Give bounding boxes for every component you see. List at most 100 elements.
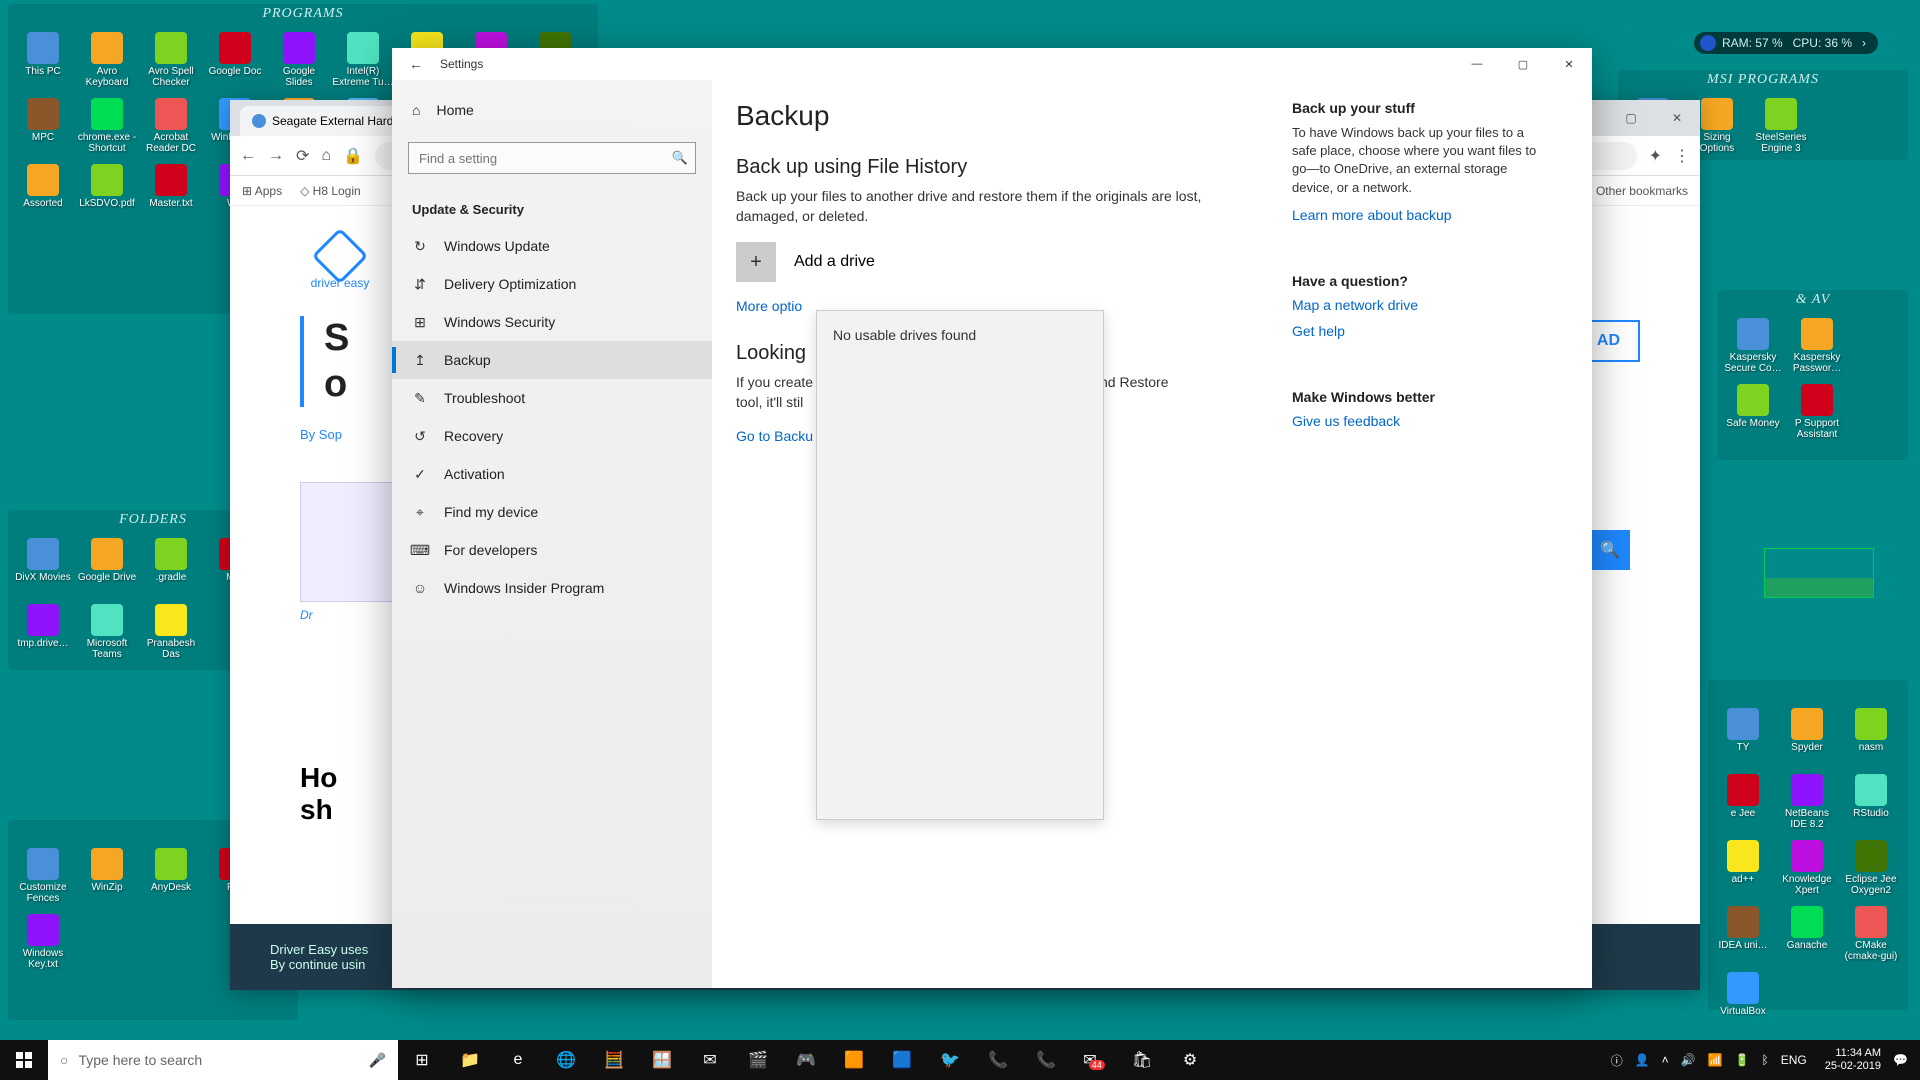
search-button[interactable]: 🔍 — [1590, 530, 1630, 570]
sidebar-item-windows-security[interactable]: ⊞Windows Security — [392, 303, 712, 341]
taskbar-media-icon[interactable]: 🎬 — [734, 1040, 782, 1080]
sidebar-item-activation[interactable]: ✓Activation — [392, 455, 712, 493]
chrome-tab[interactable]: Seagate External Hard — [240, 106, 405, 136]
back-icon[interactable]: ← — [240, 147, 256, 165]
bluetooth-tray-icon[interactable]: ᛒ — [1762, 1053, 1769, 1067]
taskbar-store-icon[interactable]: 🪟 — [638, 1040, 686, 1080]
desktop-icon[interactable]: Google Drive — [76, 538, 138, 602]
taskbar-ms-store-icon[interactable]: 🛍 — [1118, 1040, 1166, 1080]
desktop-icon[interactable]: RStudio — [1840, 774, 1902, 838]
desktop-icon[interactable]: Windows Key.txt — [12, 914, 74, 978]
desktop-icon[interactable]: Master.txt — [140, 164, 202, 228]
close-button[interactable]: ✕ — [1546, 48, 1592, 80]
give-feedback-link[interactable]: Give us feedback — [1292, 413, 1400, 429]
more-options-link[interactable]: More optio — [736, 298, 802, 314]
system-metrics-pill[interactable]: RAM: 57 % CPU: 36 % › — [1694, 32, 1878, 54]
desktop-icon[interactable]: .gradle — [140, 538, 202, 602]
sidebar-item-windows-insider-program[interactable]: ☺Windows Insider Program — [392, 569, 712, 607]
taskbar-skype2-icon[interactable]: 📞 — [1022, 1040, 1070, 1080]
reload-icon[interactable]: ⟳ — [296, 146, 309, 166]
desktop-icon[interactable]: Knowledge Xpert — [1776, 840, 1838, 904]
sidebar-home[interactable]: ⌂ Home — [392, 92, 712, 128]
cpu-graph-widget[interactable] — [1764, 548, 1874, 598]
battery-tray-icon[interactable]: 🔋 — [1735, 1053, 1750, 1067]
desktop-icon[interactable]: ad++ — [1712, 840, 1774, 904]
add-drive-button[interactable]: + Add a drive — [736, 242, 1232, 282]
people-tray-icon[interactable]: 👤 — [1635, 1053, 1650, 1067]
desktop-icon[interactable]: NetBeans IDE 8.2 — [1776, 774, 1838, 838]
taskbar-task-view-icon[interactable]: ⊞ — [398, 1040, 446, 1080]
sidebar-item-troubleshoot[interactable]: ✎Troubleshoot — [392, 379, 712, 417]
desktop-icon[interactable]: Intel(R) Extreme Tu… — [332, 32, 394, 96]
desktop-icon[interactable]: Kaspersky Secure Co… — [1722, 318, 1784, 382]
network-tray-icon[interactable]: 📶 — [1708, 1053, 1723, 1067]
desktop-icon[interactable]: This PC — [12, 32, 74, 96]
desktop-icon[interactable]: Google Slides — [268, 32, 330, 96]
other-bookmarks[interactable]: Other bookmarks — [1596, 184, 1688, 198]
taskbar-app1-icon[interactable]: 🟧 — [830, 1040, 878, 1080]
desktop-icon[interactable]: WinZip — [76, 848, 138, 912]
get-help-link[interactable]: Get help — [1292, 323, 1345, 339]
chrome-menu-icon[interactable]: ⋮ — [1674, 146, 1690, 166]
settings-search-input[interactable] — [408, 142, 696, 174]
minimize-button[interactable]: — — [1454, 48, 1500, 80]
extension-icon[interactable]: ✦ — [1649, 146, 1662, 166]
desktop-icon[interactable]: Google Doc — [204, 32, 266, 96]
desktop-icon[interactable]: Spyder — [1776, 708, 1838, 772]
drivereasy-logo[interactable]: driver easy — [300, 236, 380, 296]
desktop-icon[interactable]: Customize Fences — [12, 848, 74, 912]
desktop-icon[interactable]: SteelSeries Engine 3 — [1750, 98, 1812, 162]
desktop-icon[interactable]: CMake (cmake-gui) — [1840, 906, 1902, 970]
desktop-icon[interactable]: TY — [1712, 708, 1774, 772]
desktop-icon[interactable]: Assorted — [12, 164, 74, 228]
start-button[interactable] — [0, 1040, 48, 1080]
desktop-icon[interactable]: Avro Spell Checker — [140, 32, 202, 96]
taskbar-clock[interactable]: 11:34 AM 25-02-2019 — [1825, 1047, 1881, 1073]
desktop-icon[interactable]: tmp.drive… — [12, 604, 74, 668]
desktop-icon[interactable]: P Support Assistant — [1786, 384, 1848, 448]
forward-icon[interactable]: → — [268, 147, 284, 165]
tray-chevron-icon[interactable]: ˄ — [1662, 1053, 1669, 1067]
desktop-icon[interactable]: chrome.exe - Shortcut — [76, 98, 138, 162]
settings-back-button[interactable]: ← — [392, 56, 440, 72]
volume-tray-icon[interactable]: 🔊 — [1681, 1053, 1696, 1067]
desktop-icon[interactable]: Acrobat Reader DC — [140, 98, 202, 162]
language-tray[interactable]: ENG — [1781, 1053, 1807, 1067]
map-network-drive-link[interactable]: Map a network drive — [1292, 297, 1418, 313]
desktop-icon[interactable]: nasm — [1840, 708, 1902, 772]
apps-shortcut[interactable]: ⊞ Apps — [242, 184, 282, 198]
desktop-icon[interactable]: Safe Money — [1722, 384, 1784, 448]
sidebar-item-for-developers[interactable]: ⌨For developers — [392, 531, 712, 569]
desktop-icon[interactable]: Kaspersky Passwor… — [1786, 318, 1848, 382]
taskbar-twitter-icon[interactable]: 🐦 — [926, 1040, 974, 1080]
sidebar-item-windows-update[interactable]: ↻Windows Update — [392, 227, 712, 265]
taskbar-app2-icon[interactable]: 🟦 — [878, 1040, 926, 1080]
taskbar-game-icon[interactable]: 🎮 — [782, 1040, 830, 1080]
bookmark-h8[interactable]: ◇ H8 Login — [300, 184, 361, 198]
desktop-icon[interactable]: VirtualBox — [1712, 972, 1774, 1036]
maximize-button[interactable]: ▢ — [1500, 48, 1546, 80]
sidebar-item-recovery[interactable]: ↺Recovery — [392, 417, 712, 455]
sidebar-item-find-my-device[interactable]: ⌖Find my device — [392, 493, 712, 531]
desktop-icon[interactable]: e Jee — [1712, 774, 1774, 838]
home-icon[interactable]: ⌂ — [321, 147, 331, 165]
desktop-icon[interactable]: Eclipse Jee Oxygen2 — [1840, 840, 1902, 904]
goto-backup-link[interactable]: Go to Backu — [736, 428, 813, 444]
desktop-icon[interactable]: Avro Keyboard — [76, 32, 138, 96]
taskbar-calculator-icon[interactable]: 🧮 — [590, 1040, 638, 1080]
taskbar-settings-icon[interactable]: ⚙ — [1166, 1040, 1214, 1080]
desktop-icon[interactable]: IDEA uni… — [1712, 906, 1774, 970]
action-center-icon[interactable]: 💬 — [1893, 1053, 1908, 1067]
sidebar-item-delivery-optimization[interactable]: ⇵Delivery Optimization — [392, 265, 712, 303]
taskbar-file-explorer-icon[interactable]: 📁 — [446, 1040, 494, 1080]
desktop-icon[interactable]: MPC — [12, 98, 74, 162]
taskbar-search[interactable]: ○ Type here to search 🎤 — [48, 1040, 398, 1080]
desktop-icon[interactable]: Pranabesh Das — [140, 604, 202, 668]
taskbar-chrome-icon[interactable]: 🌐 — [542, 1040, 590, 1080]
desktop-icon[interactable]: LkSDVO.pdf — [76, 164, 138, 228]
desktop-icon[interactable]: AnyDesk — [140, 848, 202, 912]
chrome-close-button[interactable]: ✕ — [1654, 103, 1700, 133]
taskbar-outlook-icon[interactable]: ✉ — [686, 1040, 734, 1080]
taskbar-skype1-icon[interactable]: 📞 — [974, 1040, 1022, 1080]
desktop-icon[interactable]: Ganache — [1776, 906, 1838, 970]
